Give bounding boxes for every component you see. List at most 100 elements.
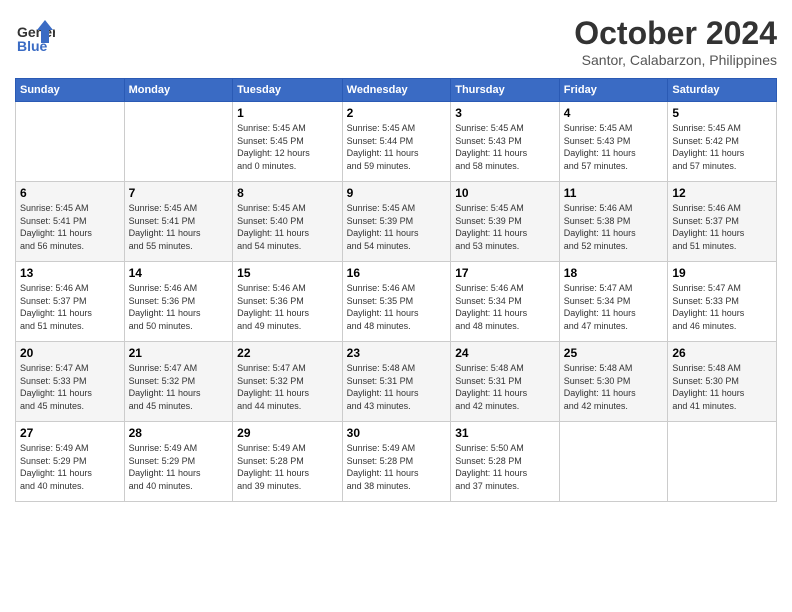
calendar-cell <box>16 102 125 182</box>
day-info: Sunrise: 5:48 AM Sunset: 5:30 PM Dayligh… <box>672 362 772 412</box>
day-number: 4 <box>564 106 664 120</box>
day-number: 14 <box>129 266 229 280</box>
day-number: 30 <box>347 426 447 440</box>
day-info: Sunrise: 5:46 AM Sunset: 5:36 PM Dayligh… <box>237 282 337 332</box>
day-number: 10 <box>455 186 555 200</box>
day-number: 6 <box>20 186 120 200</box>
calendar-cell: 4Sunrise: 5:45 AM Sunset: 5:43 PM Daylig… <box>559 102 668 182</box>
day-number: 20 <box>20 346 120 360</box>
day-info: Sunrise: 5:46 AM Sunset: 5:34 PM Dayligh… <box>455 282 555 332</box>
calendar-cell: 27 Sunrise: 5:49 AM Sunset: 5:29 PM Dayli… <box>16 422 125 502</box>
calendar-cell: 20Sunrise: 5:47 AM Sunset: 5:33 PM Dayli… <box>16 342 125 422</box>
day-number: 25 <box>564 346 664 360</box>
calendar-cell: 8Sunrise: 5:45 AM Sunset: 5:40 PM Daylig… <box>233 182 342 262</box>
day-number: 17 <box>455 266 555 280</box>
calendar-cell: 25 Sunrise: 5:48 AM Sunset: 5:30 PM Dayli… <box>559 342 668 422</box>
calendar-cell: 9 Sunrise: 5:45 AM Sunset: 5:39 PM Daylig… <box>342 182 451 262</box>
day-number: 26 <box>672 346 772 360</box>
day-number: 28 <box>129 426 229 440</box>
day-info: Sunrise: 5:49 AM Sunset: 5:28 PM Dayligh… <box>237 442 337 492</box>
day-number: 16 <box>347 266 447 280</box>
calendar-cell: 3Sunrise: 5:45 AM Sunset: 5:43 PM Daylig… <box>451 102 560 182</box>
day-number: 21 <box>129 346 229 360</box>
day-number: 19 <box>672 266 772 280</box>
day-number: 13 <box>20 266 120 280</box>
day-number: 9 <box>347 186 447 200</box>
day-info: Sunrise: 5:45 AM Sunset: 5:43 PM Dayligh… <box>455 122 555 172</box>
calendar-header-row: SundayMondayTuesdayWednesdayThursdayFrid… <box>16 79 777 102</box>
calendar-cell: 12Sunrise: 5:46 AM Sunset: 5:37 PM Dayli… <box>668 182 777 262</box>
day-number: 1 <box>237 106 337 120</box>
calendar-cell: 11Sunrise: 5:46 AM Sunset: 5:38 PM Dayli… <box>559 182 668 262</box>
location-subtitle: Santor, Calabarzon, Philippines <box>574 52 777 68</box>
calendar-cell: 13 Sunrise: 5:46 AM Sunset: 5:37 PM Dayli… <box>16 262 125 342</box>
calendar-cell: 5 Sunrise: 5:45 AM Sunset: 5:42 PM Daylig… <box>668 102 777 182</box>
day-info: Sunrise: 5:45 AM Sunset: 5:44 PM Dayligh… <box>347 122 447 172</box>
calendar-cell: 14 Sunrise: 5:46 AM Sunset: 5:36 PM Dayli… <box>124 262 233 342</box>
day-info: Sunrise: 5:49 AM Sunset: 5:29 PM Dayligh… <box>129 442 229 492</box>
day-of-week-header: Thursday <box>451 79 560 102</box>
day-info: Sunrise: 5:48 AM Sunset: 5:30 PM Dayligh… <box>564 362 664 412</box>
day-number: 7 <box>129 186 229 200</box>
calendar-cell: 22Sunrise: 5:47 AM Sunset: 5:32 PM Dayli… <box>233 342 342 422</box>
day-number: 29 <box>237 426 337 440</box>
day-of-week-header: Tuesday <box>233 79 342 102</box>
day-number: 5 <box>672 106 772 120</box>
calendar-cell <box>668 422 777 502</box>
day-number: 18 <box>564 266 664 280</box>
title-section: October 2024 Santor, Calabarzon, Philipp… <box>574 15 777 68</box>
day-of-week-header: Monday <box>124 79 233 102</box>
day-number: 2 <box>347 106 447 120</box>
calendar-cell <box>124 102 233 182</box>
calendar-cell: 7 Sunrise: 5:45 AM Sunset: 5:41 PM Daylig… <box>124 182 233 262</box>
calendar-cell: 29 Sunrise: 5:49 AM Sunset: 5:28 PM Dayli… <box>233 422 342 502</box>
calendar-week-row: 20Sunrise: 5:47 AM Sunset: 5:33 PM Dayli… <box>16 342 777 422</box>
day-number: 31 <box>455 426 555 440</box>
logo: General Blue <box>15 15 60 55</box>
calendar-cell: 10 Sunrise: 5:45 AM Sunset: 5:39 PM Dayli… <box>451 182 560 262</box>
calendar-week-row: 27 Sunrise: 5:49 AM Sunset: 5:29 PM Dayli… <box>16 422 777 502</box>
month-title: October 2024 <box>574 15 777 52</box>
day-info: Sunrise: 5:47 AM Sunset: 5:32 PM Dayligh… <box>129 362 229 412</box>
calendar-cell: 30Sunrise: 5:49 AM Sunset: 5:28 PM Dayli… <box>342 422 451 502</box>
day-info: Sunrise: 5:47 AM Sunset: 5:33 PM Dayligh… <box>672 282 772 332</box>
calendar-cell: 23 Sunrise: 5:48 AM Sunset: 5:31 PM Dayli… <box>342 342 451 422</box>
day-info: Sunrise: 5:45 AM Sunset: 5:41 PM Dayligh… <box>20 202 120 252</box>
day-number: 27 <box>20 426 120 440</box>
calendar-cell: 19 Sunrise: 5:47 AM Sunset: 5:33 PM Dayli… <box>668 262 777 342</box>
calendar-cell: 17 Sunrise: 5:46 AM Sunset: 5:34 PM Dayli… <box>451 262 560 342</box>
day-info: Sunrise: 5:46 AM Sunset: 5:37 PM Dayligh… <box>672 202 772 252</box>
day-of-week-header: Sunday <box>16 79 125 102</box>
day-number: 23 <box>347 346 447 360</box>
calendar-cell: 2 Sunrise: 5:45 AM Sunset: 5:44 PM Daylig… <box>342 102 451 182</box>
day-info: Sunrise: 5:45 AM Sunset: 5:42 PM Dayligh… <box>672 122 772 172</box>
calendar-cell: 31Sunrise: 5:50 AM Sunset: 5:28 PM Dayli… <box>451 422 560 502</box>
calendar-week-row: 6 Sunrise: 5:45 AM Sunset: 5:41 PM Daylig… <box>16 182 777 262</box>
day-of-week-header: Wednesday <box>342 79 451 102</box>
calendar-cell: 26 Sunrise: 5:48 AM Sunset: 5:30 PM Dayli… <box>668 342 777 422</box>
day-number: 11 <box>564 186 664 200</box>
day-info: Sunrise: 5:46 AM Sunset: 5:35 PM Dayligh… <box>347 282 447 332</box>
logo-icon: General Blue <box>15 15 55 55</box>
day-info: Sunrise: 5:47 AM Sunset: 5:34 PM Dayligh… <box>564 282 664 332</box>
calendar-cell: 21 Sunrise: 5:47 AM Sunset: 5:32 PM Dayli… <box>124 342 233 422</box>
day-info: Sunrise: 5:45 AM Sunset: 5:39 PM Dayligh… <box>455 202 555 252</box>
day-of-week-header: Friday <box>559 79 668 102</box>
day-info: Sunrise: 5:46 AM Sunset: 5:37 PM Dayligh… <box>20 282 120 332</box>
calendar-cell: 18 Sunrise: 5:47 AM Sunset: 5:34 PM Dayli… <box>559 262 668 342</box>
calendar-cell: 24Sunrise: 5:48 AM Sunset: 5:31 PM Dayli… <box>451 342 560 422</box>
calendar-cell: 1Sunrise: 5:45 AM Sunset: 5:45 PM Daylig… <box>233 102 342 182</box>
day-info: Sunrise: 5:46 AM Sunset: 5:36 PM Dayligh… <box>129 282 229 332</box>
day-info: Sunrise: 5:45 AM Sunset: 5:41 PM Dayligh… <box>129 202 229 252</box>
calendar-cell <box>559 422 668 502</box>
calendar-cell: 15 Sunrise: 5:46 AM Sunset: 5:36 PM Dayli… <box>233 262 342 342</box>
day-info: Sunrise: 5:45 AM Sunset: 5:39 PM Dayligh… <box>347 202 447 252</box>
day-info: Sunrise: 5:48 AM Sunset: 5:31 PM Dayligh… <box>455 362 555 412</box>
calendar-cell: 28 Sunrise: 5:49 AM Sunset: 5:29 PM Dayli… <box>124 422 233 502</box>
calendar-body: 1Sunrise: 5:45 AM Sunset: 5:45 PM Daylig… <box>16 102 777 502</box>
calendar-cell: 6 Sunrise: 5:45 AM Sunset: 5:41 PM Daylig… <box>16 182 125 262</box>
day-info: Sunrise: 5:49 AM Sunset: 5:29 PM Dayligh… <box>20 442 120 492</box>
day-info: Sunrise: 5:48 AM Sunset: 5:31 PM Dayligh… <box>347 362 447 412</box>
day-number: 15 <box>237 266 337 280</box>
day-of-week-header: Saturday <box>668 79 777 102</box>
